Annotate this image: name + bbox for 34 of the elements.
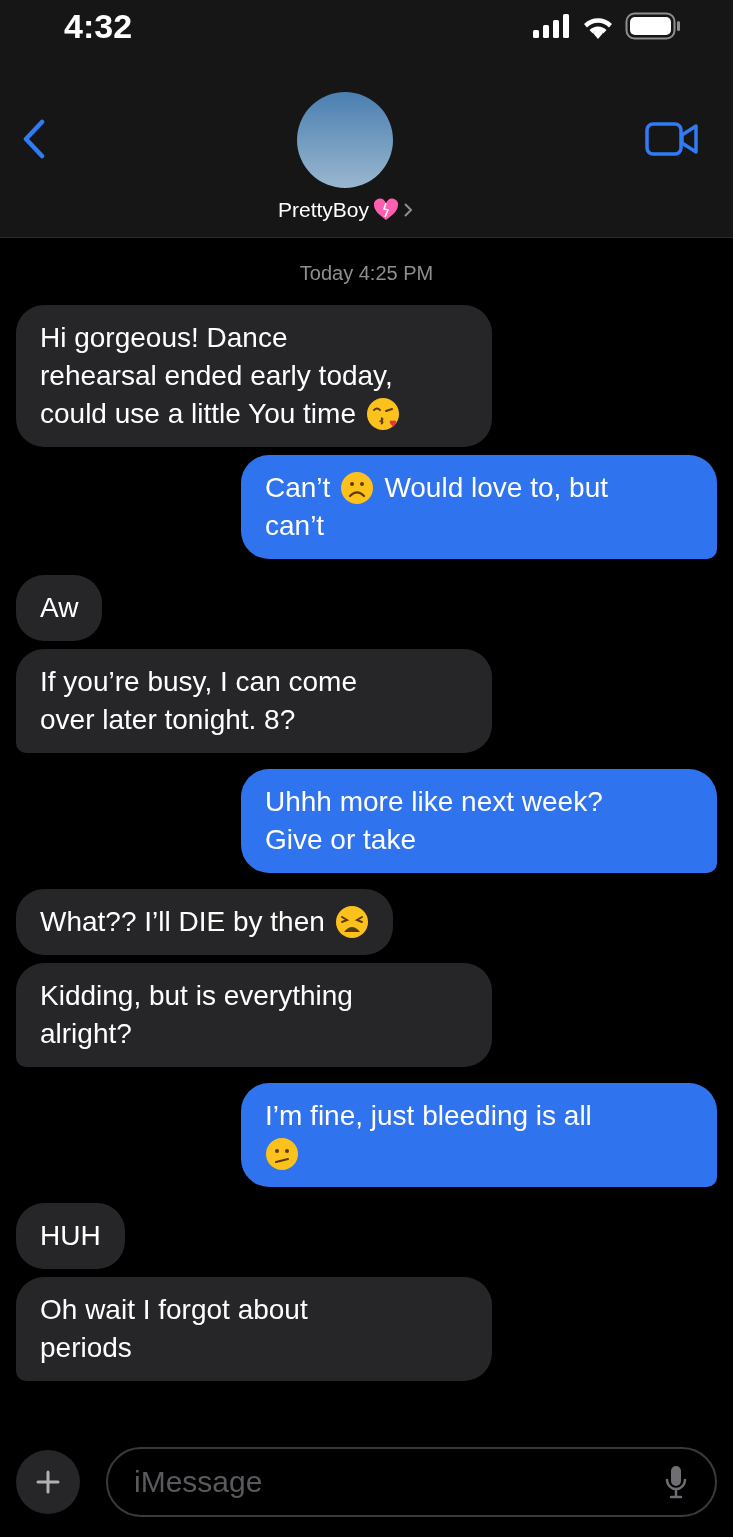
video-call-icon[interactable] bbox=[645, 122, 699, 156]
plus-icon bbox=[36, 1470, 60, 1494]
message-text: over later tonight. 8? bbox=[40, 703, 296, 737]
microphone-icon[interactable] bbox=[665, 1465, 687, 1499]
battery-icon bbox=[625, 12, 681, 40]
message-text: I’m fine, just bleeding is all bbox=[265, 1099, 592, 1133]
message-text: Give or take bbox=[265, 823, 416, 857]
timestamp: Today 4:25 PM bbox=[298, 262, 435, 285]
emoji-icon bbox=[366, 397, 400, 431]
message-text: Would love to, but bbox=[384, 471, 608, 505]
message-text: can’t bbox=[265, 509, 325, 543]
emoji-icon bbox=[340, 471, 375, 505]
message-text: Can’t bbox=[265, 471, 331, 505]
back-icon[interactable] bbox=[22, 119, 46, 159]
message-input[interactable]: iMessage bbox=[106, 1447, 717, 1517]
message-text: alright? bbox=[40, 1017, 132, 1051]
emoji-icon bbox=[265, 1137, 299, 1171]
heart-icon bbox=[373, 198, 399, 222]
emoji-icon bbox=[334, 905, 369, 939]
message-text: HUH bbox=[40, 1219, 101, 1253]
message-text: Oh wait I forgot about bbox=[40, 1293, 308, 1327]
signal-icon bbox=[533, 14, 571, 38]
message-text: If you’re busy, I can come bbox=[40, 665, 357, 699]
message-text: rehearsal ended early today, bbox=[40, 359, 393, 393]
contact-name[interactable]: PrettyBoy bbox=[277, 198, 369, 222]
chevron-icon bbox=[403, 202, 413, 218]
status-time: 4:32 bbox=[64, 6, 133, 46]
message-text: periods bbox=[40, 1331, 132, 1365]
message-text: could use a little You time bbox=[40, 397, 356, 431]
message-text: Hi gorgeous! Dance bbox=[40, 321, 288, 355]
message-text: Aw bbox=[40, 591, 79, 625]
message-text: What?? I’ll DIE by then bbox=[40, 905, 325, 939]
message-text: Kidding, but is everything bbox=[40, 979, 353, 1013]
message-text: Uhhh more like next week? bbox=[265, 785, 603, 819]
